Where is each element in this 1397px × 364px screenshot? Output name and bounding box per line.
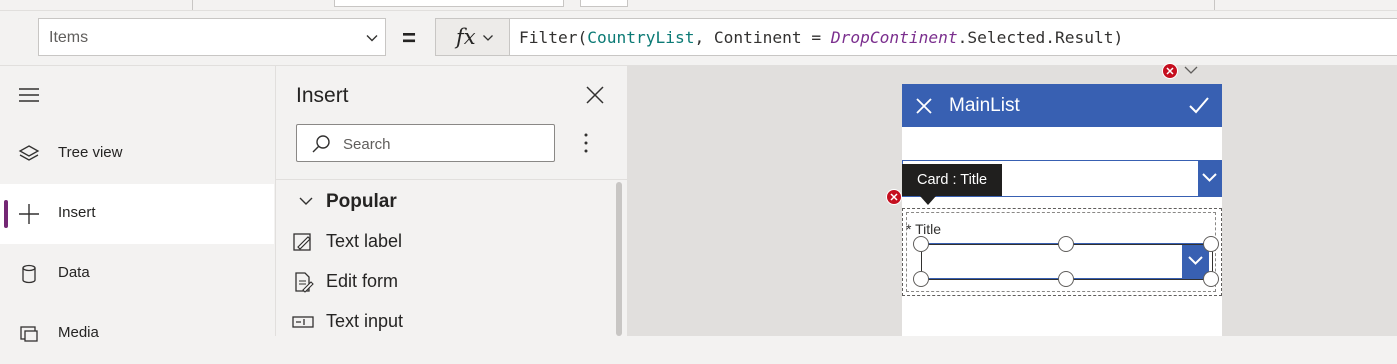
active-indicator	[4, 200, 8, 228]
card-label: * Title	[906, 221, 942, 237]
resize-handle[interactable]	[1203, 236, 1219, 252]
section-popular[interactable]: Popular	[296, 190, 596, 216]
formula-condition: , Continent =	[694, 28, 831, 47]
pane-scrollbar[interactable]	[616, 182, 622, 336]
checkmark-icon[interactable]	[1188, 95, 1210, 115]
plus-icon	[19, 204, 39, 224]
resize-handle[interactable]	[1058, 236, 1074, 252]
error-icon[interactable]	[1162, 63, 1178, 79]
chevron-down-icon	[299, 197, 313, 205]
search-box[interactable]	[296, 124, 555, 162]
top-toolbar-strip	[0, 0, 1397, 11]
resize-handle[interactable]	[1203, 271, 1219, 287]
chevron-down-icon[interactable]	[1183, 64, 1199, 76]
formula-datasource: CountryList	[587, 28, 695, 47]
formula-bar: Items = fx Filter(CountryList, Continent…	[0, 11, 1397, 66]
formula-property-chain: .Selected.Result)	[957, 28, 1124, 47]
insert-item-text-label[interactable]: Text label	[292, 225, 592, 259]
formula-text: Filter(CountryList, Continent = DropCont…	[519, 28, 1123, 47]
edit-form-icon	[295, 272, 314, 293]
text-label-icon	[293, 233, 311, 251]
function-button[interactable]: fx	[435, 18, 510, 56]
insert-item-label: Text input	[326, 311, 404, 331]
chevron-down-icon	[366, 35, 378, 42]
close-icon[interactable]	[914, 96, 934, 116]
nav-item-data[interactable]: Data	[0, 244, 274, 304]
equals-sign: =	[402, 25, 417, 52]
dropdown-button[interactable]	[1198, 161, 1221, 196]
insert-item-text-input[interactable]: Text input	[292, 305, 592, 339]
section-label: Popular	[326, 191, 397, 212]
nav-item-label: Media	[58, 324, 99, 341]
insert-pane: Insert Popular Text label Edit form Text…	[275, 66, 627, 336]
chevron-down-icon	[483, 35, 493, 41]
formula-function: Filter(	[519, 28, 588, 47]
error-icon[interactable]	[886, 189, 902, 205]
more-options-icon[interactable]	[579, 132, 593, 154]
resize-handle[interactable]	[913, 236, 929, 252]
tooltip-text: Card : Title	[917, 172, 988, 188]
hamburger-menu-icon[interactable]	[19, 87, 39, 103]
card-tooltip: Card : Title	[902, 164, 1002, 196]
nav-item-insert[interactable]: Insert	[0, 184, 274, 244]
layers-icon	[18, 145, 40, 161]
toolbar-divider	[192, 0, 193, 10]
property-dropdown[interactable]: Items	[38, 18, 386, 56]
resize-handle[interactable]	[1058, 271, 1074, 287]
toolbar-divider	[1214, 0, 1215, 10]
tooltip-pointer	[920, 196, 936, 205]
nav-item-media[interactable]: Media	[0, 304, 274, 364]
close-icon[interactable]	[584, 84, 606, 106]
app-screen[interactable]: MainList Card : Title * Title	[902, 84, 1222, 336]
resize-handle[interactable]	[913, 271, 929, 287]
pane-divider	[276, 179, 627, 180]
media-icon	[20, 326, 38, 342]
fx-icon: fx	[456, 25, 476, 49]
left-nav-rail: Tree view Insert Data Media	[0, 66, 274, 342]
nav-item-label: Tree view	[58, 144, 123, 161]
insert-item-label: Edit form	[326, 271, 399, 291]
formula-input[interactable]: Filter(CountryList, Continent = DropCont…	[509, 18, 1397, 56]
formula-control-ref: DropContinent	[830, 28, 958, 47]
screen-title: MainList	[949, 95, 1020, 116]
nav-item-label: Insert	[58, 204, 96, 221]
database-icon	[22, 264, 36, 284]
nav-item-label: Data	[58, 264, 90, 281]
property-value: Items	[49, 29, 89, 46]
toolbar-field[interactable]	[334, 0, 564, 7]
insert-item-label: Text label	[326, 231, 403, 251]
text-input-icon	[292, 316, 314, 328]
nav-item-tree-view[interactable]: Tree view	[0, 124, 274, 184]
search-icon	[312, 135, 330, 153]
chevron-down-icon	[1202, 173, 1217, 182]
pane-title: Insert	[296, 84, 349, 107]
search-input[interactable]	[341, 133, 545, 155]
insert-item-edit-form[interactable]: Edit form	[292, 265, 592, 299]
screen-header: MainList	[902, 84, 1222, 127]
toolbar-field[interactable]	[580, 0, 628, 7]
